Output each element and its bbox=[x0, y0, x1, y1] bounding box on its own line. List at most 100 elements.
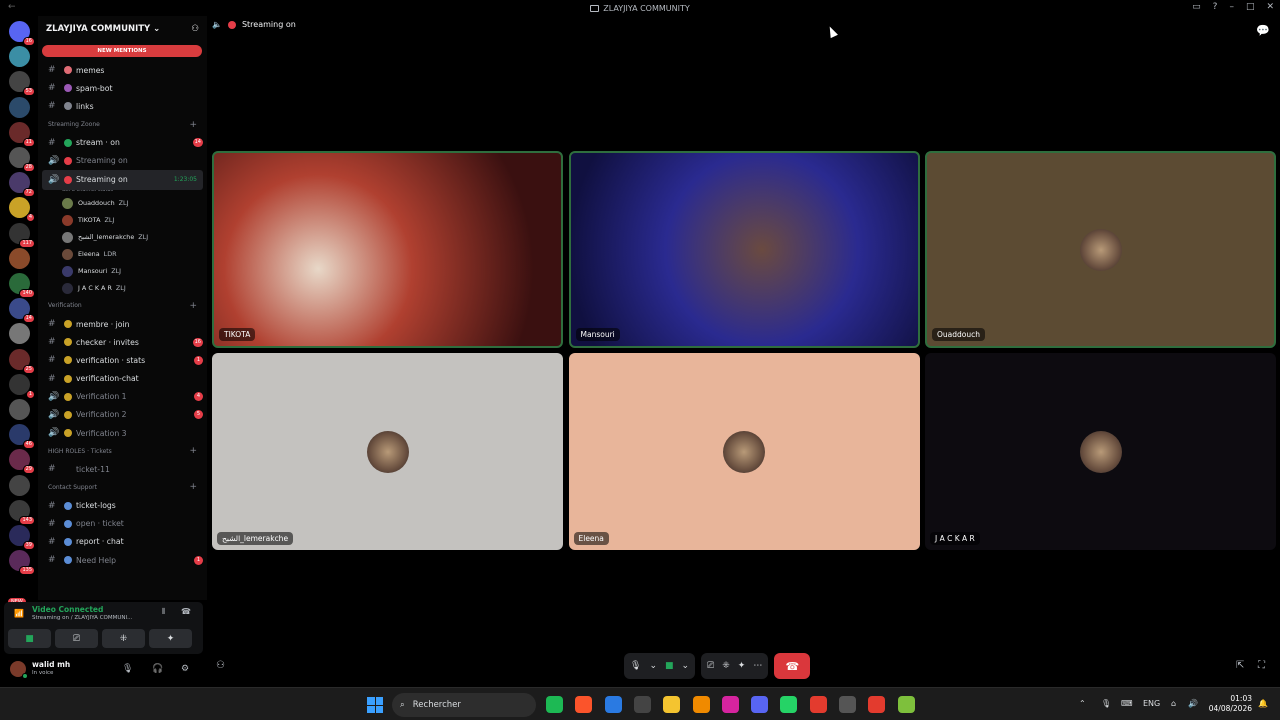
close-button[interactable]: ✕ bbox=[1266, 2, 1274, 12]
volume-icon[interactable]: 🔊 bbox=[1188, 699, 1198, 708]
channel-item[interactable]: # stream · on 14 bbox=[38, 134, 207, 152]
server-icon[interactable]: 72 bbox=[9, 172, 35, 198]
spotify-app-icon[interactable] bbox=[546, 696, 563, 713]
server-icon[interactable]: 39 bbox=[9, 525, 35, 550]
server-icon[interactable] bbox=[9, 323, 30, 345]
taskbar-search[interactable]: ⌕ Rechercher bbox=[392, 693, 536, 717]
video-tile[interactable]: Mansouri bbox=[568, 151, 920, 348]
discord-app-icon[interactable] bbox=[751, 696, 769, 713]
server-icon[interactable]: 140 bbox=[9, 273, 35, 298]
server-icon[interactable] bbox=[9, 46, 30, 68]
game-app-app-icon[interactable] bbox=[897, 696, 915, 713]
server-icon[interactable]: 11 bbox=[9, 121, 35, 147]
microphone-icon[interactable]: 🎙 bbox=[122, 664, 133, 674]
channel-category[interactable]: Streaming Zoone + bbox=[38, 116, 207, 134]
chevron-down-icon[interactable]: ⌄ bbox=[682, 661, 690, 671]
soundboard-icon[interactable]: ✦ bbox=[738, 661, 746, 671]
headphones-icon[interactable]: 🎧 bbox=[152, 664, 163, 674]
network-icon[interactable]: ⌂ bbox=[1171, 699, 1176, 708]
screen-share-button[interactable]: ⎚ bbox=[55, 629, 98, 648]
chrome-app-icon[interactable] bbox=[809, 696, 827, 713]
channel-item[interactable]: # verification-chat bbox=[38, 370, 207, 388]
video-tile[interactable]: J A C K A R bbox=[925, 353, 1276, 550]
server-icon[interactable]: 135 bbox=[9, 550, 35, 576]
chrome-2-app-icon[interactable] bbox=[868, 696, 886, 713]
brave-app-icon[interactable] bbox=[575, 696, 593, 713]
more-icon[interactable]: ⋯ bbox=[753, 661, 762, 671]
activities-icon[interactable]: ⁜ bbox=[722, 661, 730, 671]
guild-header[interactable]: ZLAYJIYA COMMUNITY ⌄ ⚇ bbox=[38, 16, 207, 42]
channel-item[interactable]: 🔊 Verification 3 bbox=[38, 424, 207, 442]
channel-item[interactable]: # checker · invites 16 bbox=[38, 333, 207, 351]
voice-user[interactable]: TIKOTA ZLJ bbox=[38, 212, 207, 229]
channel-item[interactable]: # memes bbox=[38, 61, 207, 79]
microphone-icon[interactable]: 🎙 bbox=[630, 661, 641, 671]
channel-item[interactable]: # ticket-logs bbox=[38, 496, 207, 514]
channel-item[interactable]: 🔊 Verification 2 5 bbox=[38, 406, 207, 424]
channel-item[interactable]: # spam-bot bbox=[38, 79, 207, 97]
add-channel-icon[interactable]: + bbox=[189, 482, 197, 492]
fullscreen-icon[interactable]: ⛶ bbox=[1258, 660, 1265, 671]
channel-category[interactable]: Contact Support + bbox=[38, 478, 207, 496]
leave-call-button[interactable]: ☎ bbox=[774, 653, 811, 679]
inbox-icon[interactable]: ▭ bbox=[1192, 2, 1201, 12]
invite-icon[interactable]: ⚇ bbox=[216, 660, 225, 671]
activities-button[interactable]: ⁜ bbox=[102, 629, 145, 648]
camera-button[interactable]: ■ bbox=[8, 629, 51, 648]
server-icon[interactable]: 53 bbox=[9, 71, 35, 97]
add-friend-icon[interactable]: ⚇ bbox=[191, 24, 199, 34]
server-icon[interactable]: 25 bbox=[9, 348, 35, 374]
back-arrow-icon[interactable]: ← bbox=[8, 2, 16, 12]
server-icon[interactable] bbox=[9, 474, 30, 496]
channel-category[interactable]: Verification + bbox=[38, 297, 207, 315]
keyboard-icon[interactable]: ⌨ bbox=[1121, 699, 1133, 708]
instagram-app-icon[interactable] bbox=[721, 696, 739, 713]
channel-item[interactable]: # open · ticket bbox=[38, 515, 207, 533]
channel-item[interactable]: 🔊 Streaming on bbox=[38, 152, 207, 170]
server-icon[interactable]: 16 bbox=[9, 21, 35, 46]
noise-suppression-icon[interactable]: ⫴ bbox=[162, 607, 165, 617]
video-tile[interactable]: TIKOTA bbox=[212, 151, 563, 348]
soundboard-button[interactable]: ✦ bbox=[149, 629, 192, 648]
chat-icon[interactable]: 💬 bbox=[1256, 24, 1270, 37]
server-icon[interactable] bbox=[9, 96, 30, 118]
voice-user[interactable]: الشبح_lemerakche ZLJ bbox=[38, 229, 207, 246]
video-tile[interactable]: Eleena bbox=[568, 353, 920, 550]
explorer-app-icon[interactable] bbox=[663, 696, 681, 713]
mic-control[interactable]: 🎙 ⌄ ■ ⌄ bbox=[624, 653, 696, 679]
signal-icon[interactable]: 📶 bbox=[14, 609, 25, 620]
add-channel-icon[interactable]: + bbox=[189, 301, 197, 311]
video-tile[interactable]: Ouaddouch bbox=[925, 151, 1276, 348]
store-app-icon[interactable] bbox=[633, 696, 651, 713]
clock[interactable]: 01:03 04/08/2026 bbox=[1209, 694, 1252, 714]
server-icon[interactable]: 28 bbox=[9, 147, 35, 172]
server-icon[interactable]: 29 bbox=[9, 449, 35, 475]
chevron-up-icon[interactable]: ⌃ bbox=[1079, 699, 1086, 708]
new-mentions-banner[interactable]: NEW MENTIONS bbox=[42, 45, 202, 57]
channel-item[interactable]: # verification · stats 1 bbox=[38, 351, 207, 369]
channel-category[interactable]: HIGH ROLES · Tickets + bbox=[38, 442, 207, 460]
server-icon[interactable] bbox=[9, 399, 30, 420]
server-icon[interactable]: 46 bbox=[9, 424, 35, 450]
server-icon[interactable] bbox=[9, 247, 30, 269]
windows-start-icon[interactable] bbox=[367, 697, 383, 713]
help-icon[interactable]: ? bbox=[1213, 2, 1218, 12]
language-indicator[interactable]: ENG bbox=[1143, 699, 1160, 708]
server-icon[interactable]: 143 bbox=[9, 499, 35, 525]
voice-user[interactable]: Eleena LDR bbox=[38, 246, 207, 263]
channel-item[interactable]: # report · chat bbox=[38, 533, 207, 551]
active-voice-channel[interactable]: 🔊 Streaming on 1:23:05 bbox=[42, 169, 203, 190]
vlc-app-icon[interactable] bbox=[692, 696, 710, 713]
whatsapp-app-icon[interactable] bbox=[780, 696, 798, 713]
microphone-tray-icon[interactable]: 🎙 bbox=[1101, 699, 1111, 708]
screen-share-icon[interactable]: ⎚ bbox=[707, 661, 714, 671]
voice-user[interactable]: J A C K A R ZLJ bbox=[38, 280, 207, 297]
maximize-button[interactable]: □ bbox=[1246, 2, 1255, 12]
server-icon[interactable]: 4 bbox=[9, 197, 35, 223]
minimize-button[interactable]: – bbox=[1229, 2, 1234, 12]
channel-item[interactable]: # ticket-11 bbox=[38, 460, 207, 478]
voice-user[interactable]: Mansouri ZLJ bbox=[38, 263, 207, 280]
channel-item[interactable]: 🔊 Verification 1 4 bbox=[38, 388, 207, 406]
video-tile[interactable]: الشبح_lemerakche bbox=[212, 353, 563, 550]
steam-app-icon[interactable] bbox=[839, 696, 856, 713]
